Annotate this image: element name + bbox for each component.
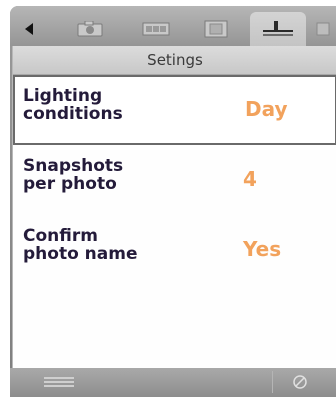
settings-sliders-icon bbox=[263, 21, 293, 36]
tab-camera[interactable] bbox=[68, 12, 112, 46]
setting-row-confirm-photo-name[interactable]: Confirm photo name Yes bbox=[13, 215, 336, 285]
frame-icon bbox=[204, 20, 228, 38]
menu-icon bbox=[44, 377, 74, 387]
cancel-icon bbox=[293, 375, 307, 389]
tab-frame[interactable] bbox=[194, 12, 238, 46]
setting-value[interactable]: 4 bbox=[243, 167, 257, 191]
camera-icon bbox=[77, 21, 103, 37]
cancel-button[interactable] bbox=[272, 371, 327, 393]
film-icon bbox=[142, 22, 170, 36]
setting-row-snapshots-per-photo[interactable]: Snapshots per photo 4 bbox=[13, 145, 336, 215]
scroll-left-arrow[interactable] bbox=[18, 12, 42, 46]
settings-screen: Setings Lighting conditions Day Snapshot… bbox=[12, 46, 336, 368]
setting-value[interactable]: Yes bbox=[243, 237, 281, 261]
extra-tab-icon bbox=[316, 22, 330, 36]
menu-button[interactable] bbox=[36, 371, 82, 393]
screen-title: Setings bbox=[13, 46, 336, 75]
setting-value[interactable]: Day bbox=[245, 97, 288, 121]
setting-label: Snapshots per photo bbox=[23, 157, 183, 193]
setting-label-line: Snapshots bbox=[23, 156, 124, 176]
tab-bar bbox=[10, 6, 336, 46]
tab-settings[interactable] bbox=[250, 12, 306, 46]
setting-label: Lighting conditions bbox=[23, 87, 183, 123]
tab-film[interactable] bbox=[134, 12, 178, 46]
device-frame: Setings Lighting conditions Day Snapshot… bbox=[10, 6, 336, 397]
bottom-bar bbox=[10, 368, 336, 397]
left-arrow-icon bbox=[25, 23, 33, 35]
setting-label-line: Lighting bbox=[23, 86, 103, 106]
setting-label-line: conditions bbox=[23, 104, 123, 124]
setting-label-line: Confirm bbox=[23, 226, 98, 246]
setting-label-line: photo name bbox=[23, 244, 138, 264]
setting-label-line: per photo bbox=[23, 174, 117, 194]
setting-row-lighting-conditions[interactable]: Lighting conditions Day bbox=[13, 75, 336, 145]
tab-extra[interactable] bbox=[310, 12, 336, 46]
setting-label: Confirm photo name bbox=[23, 227, 183, 263]
